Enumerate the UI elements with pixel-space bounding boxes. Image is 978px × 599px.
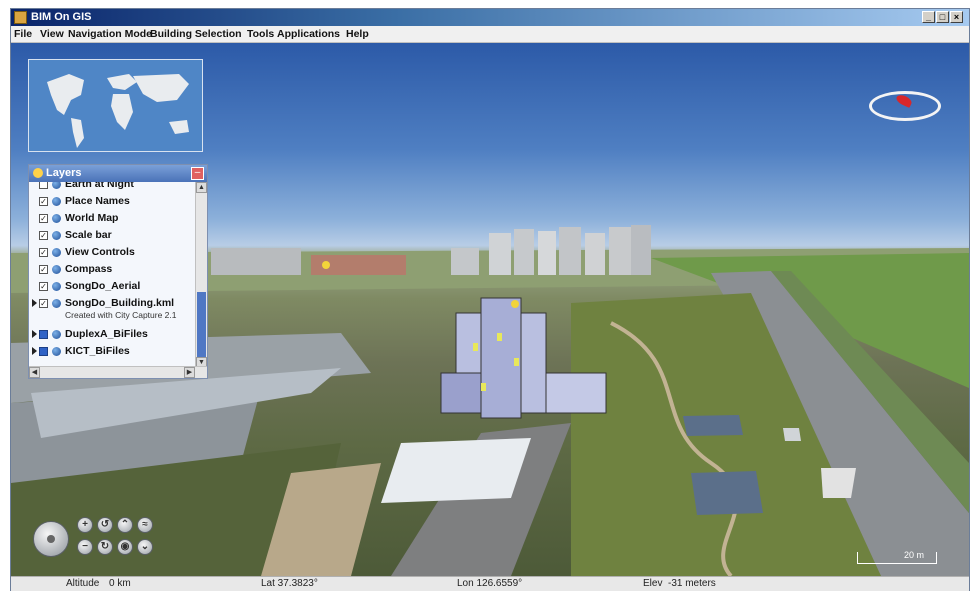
globe-viewport[interactable]: Layers – Earth at Night ✓ Place Names ✓ bbox=[11, 43, 969, 576]
globe-icon bbox=[52, 182, 61, 189]
scale-bar-label: 20 m bbox=[903, 550, 924, 560]
layer-item-kict-bifiles[interactable]: KICT_BiFiles bbox=[29, 343, 195, 360]
reset-icon[interactable]: ◉ bbox=[117, 539, 133, 555]
zoom-in-icon[interactable]: + bbox=[77, 517, 93, 533]
application-window: BIM On GIS _ □ × File View Navigation Mo… bbox=[10, 8, 970, 591]
globe-icon bbox=[52, 347, 61, 356]
scroll-thumb[interactable] bbox=[197, 292, 206, 362]
layer-label: Place Names bbox=[65, 195, 130, 207]
scale-bar: 20 m bbox=[857, 550, 937, 564]
rotate-left-icon[interactable]: ↺ bbox=[97, 517, 113, 533]
globe-icon bbox=[52, 330, 61, 339]
expand-arrow-icon[interactable] bbox=[32, 347, 37, 355]
elevation-value: -31 meters bbox=[668, 578, 716, 589]
layer-label: Compass bbox=[65, 263, 113, 275]
layers-vertical-scrollbar[interactable]: ▲ ▼ bbox=[195, 182, 207, 368]
menu-navigation-mode[interactable]: Navigation Mode bbox=[68, 28, 152, 40]
expand-arrow-icon[interactable] bbox=[32, 330, 37, 338]
tilt-up-icon[interactable]: ⌃ bbox=[117, 517, 133, 533]
longitude-readout: Lon 126.6559° bbox=[457, 578, 523, 589]
layer-label: Earth at Night bbox=[65, 182, 134, 190]
tilt-down-icon[interactable]: ⌄ bbox=[137, 539, 153, 555]
layer-item-duplexa-bifiles[interactable]: DuplexA_BiFiles bbox=[29, 326, 195, 343]
layer-label: View Controls bbox=[65, 246, 135, 258]
layer-item-compass[interactable]: ✓ Compass bbox=[29, 261, 195, 278]
world-map-overlay[interactable] bbox=[28, 59, 203, 152]
layer-checkbox[interactable] bbox=[39, 347, 48, 356]
compass-needle-icon bbox=[894, 93, 914, 108]
altitude-label: Altitude bbox=[66, 578, 100, 589]
status-bar: Altitude 0 km Lat 37.3823° Lon 126.6559°… bbox=[11, 576, 969, 591]
scroll-left-icon[interactable]: ◀ bbox=[29, 367, 40, 378]
altitude-value: 0 km bbox=[109, 578, 131, 589]
layer-label: World Map bbox=[65, 212, 119, 224]
latitude-readout: Lat 37.3823° bbox=[261, 578, 318, 589]
rotate-right-icon[interactable]: ↻ bbox=[97, 539, 113, 555]
compass-widget[interactable] bbox=[869, 91, 941, 121]
layer-checkbox[interactable]: ✓ bbox=[39, 299, 48, 308]
layer-item-earth-at-night[interactable]: Earth at Night bbox=[29, 182, 195, 193]
globe-icon bbox=[52, 248, 61, 257]
layers-panel-minimize-icon[interactable]: – bbox=[191, 167, 204, 180]
scroll-up-icon[interactable]: ▲ bbox=[196, 182, 207, 193]
pan-icon[interactable] bbox=[33, 521, 69, 557]
layers-horizontal-scrollbar[interactable]: ◀ ▶ bbox=[29, 366, 207, 378]
layers-panel-header[interactable]: Layers – bbox=[29, 165, 207, 182]
menu-building-selection[interactable]: Building Selection bbox=[150, 28, 242, 40]
menu-applications[interactable]: Applications bbox=[277, 28, 340, 40]
globe-icon bbox=[52, 214, 61, 223]
elevation-label: Elev bbox=[643, 578, 663, 589]
menu-tools[interactable]: Tools bbox=[247, 28, 274, 40]
maximize-button[interactable]: □ bbox=[936, 11, 949, 23]
globe-icon bbox=[52, 231, 61, 240]
layers-panel-title: Layers bbox=[46, 167, 82, 179]
menu-bar: File View Navigation Mode Building Selec… bbox=[11, 26, 969, 43]
layer-label: KICT_BiFiles bbox=[65, 345, 130, 357]
layer-checkbox[interactable] bbox=[39, 182, 48, 189]
layer-checkbox[interactable]: ✓ bbox=[39, 214, 48, 223]
world-map-graphic bbox=[47, 74, 189, 148]
layer-checkbox[interactable]: ✓ bbox=[39, 282, 48, 291]
minimize-button[interactable]: _ bbox=[922, 11, 935, 23]
layer-item-place-names[interactable]: ✓ Place Names bbox=[29, 193, 195, 210]
layer-item-view-controls[interactable]: ✓ View Controls bbox=[29, 244, 195, 261]
expand-arrow-icon[interactable] bbox=[32, 299, 37, 307]
globe-icon bbox=[52, 265, 61, 274]
layers-list: Earth at Night ✓ Place Names ✓ World Map… bbox=[29, 182, 195, 368]
title-bar: BIM On GIS _ □ × bbox=[11, 9, 969, 26]
close-button[interactable]: × bbox=[950, 11, 963, 23]
layer-checkbox[interactable]: ✓ bbox=[39, 197, 48, 206]
menu-file[interactable]: File bbox=[14, 28, 32, 40]
globe-icon bbox=[52, 197, 61, 206]
globe-icon bbox=[52, 299, 61, 308]
zoom-out-icon[interactable]: − bbox=[77, 539, 93, 555]
menu-view[interactable]: View bbox=[40, 28, 64, 40]
layer-checkbox[interactable]: ✓ bbox=[39, 231, 48, 240]
app-icon bbox=[14, 11, 27, 24]
layer-checkbox[interactable]: ✓ bbox=[39, 265, 48, 274]
layers-icon bbox=[33, 168, 43, 178]
view-controls: + ↺ ⌃ ≈ − ↻ ◉ ⌄ bbox=[33, 513, 163, 563]
layer-item-world-map[interactable]: ✓ World Map bbox=[29, 210, 195, 227]
layer-item-songdo-aerial[interactable]: ✓ SongDo_Aerial bbox=[29, 278, 195, 295]
layer-label: SongDo_Aerial bbox=[65, 280, 141, 292]
layer-label: Scale bar bbox=[65, 229, 112, 241]
layer-label: SongDo_Building.kml bbox=[65, 297, 175, 309]
layers-panel[interactable]: Layers – Earth at Night ✓ Place Names ✓ bbox=[28, 164, 208, 379]
menu-help[interactable]: Help bbox=[346, 28, 369, 40]
layer-item-songdo-building[interactable]: ✓ SongDo_Building.kml Created with City … bbox=[29, 295, 195, 323]
layer-checkbox[interactable] bbox=[39, 330, 48, 339]
look-around-icon[interactable]: ≈ bbox=[137, 517, 153, 533]
globe-icon bbox=[52, 282, 61, 291]
window-title: BIM On GIS bbox=[31, 11, 92, 23]
scroll-right-icon[interactable]: ▶ bbox=[184, 367, 195, 378]
layer-item-scale-bar[interactable]: ✓ Scale bar bbox=[29, 227, 195, 244]
layer-sublabel: Created with City Capture 2.1 bbox=[65, 310, 177, 320]
layer-checkbox[interactable]: ✓ bbox=[39, 248, 48, 257]
layer-label: DuplexA_BiFiles bbox=[65, 328, 148, 340]
